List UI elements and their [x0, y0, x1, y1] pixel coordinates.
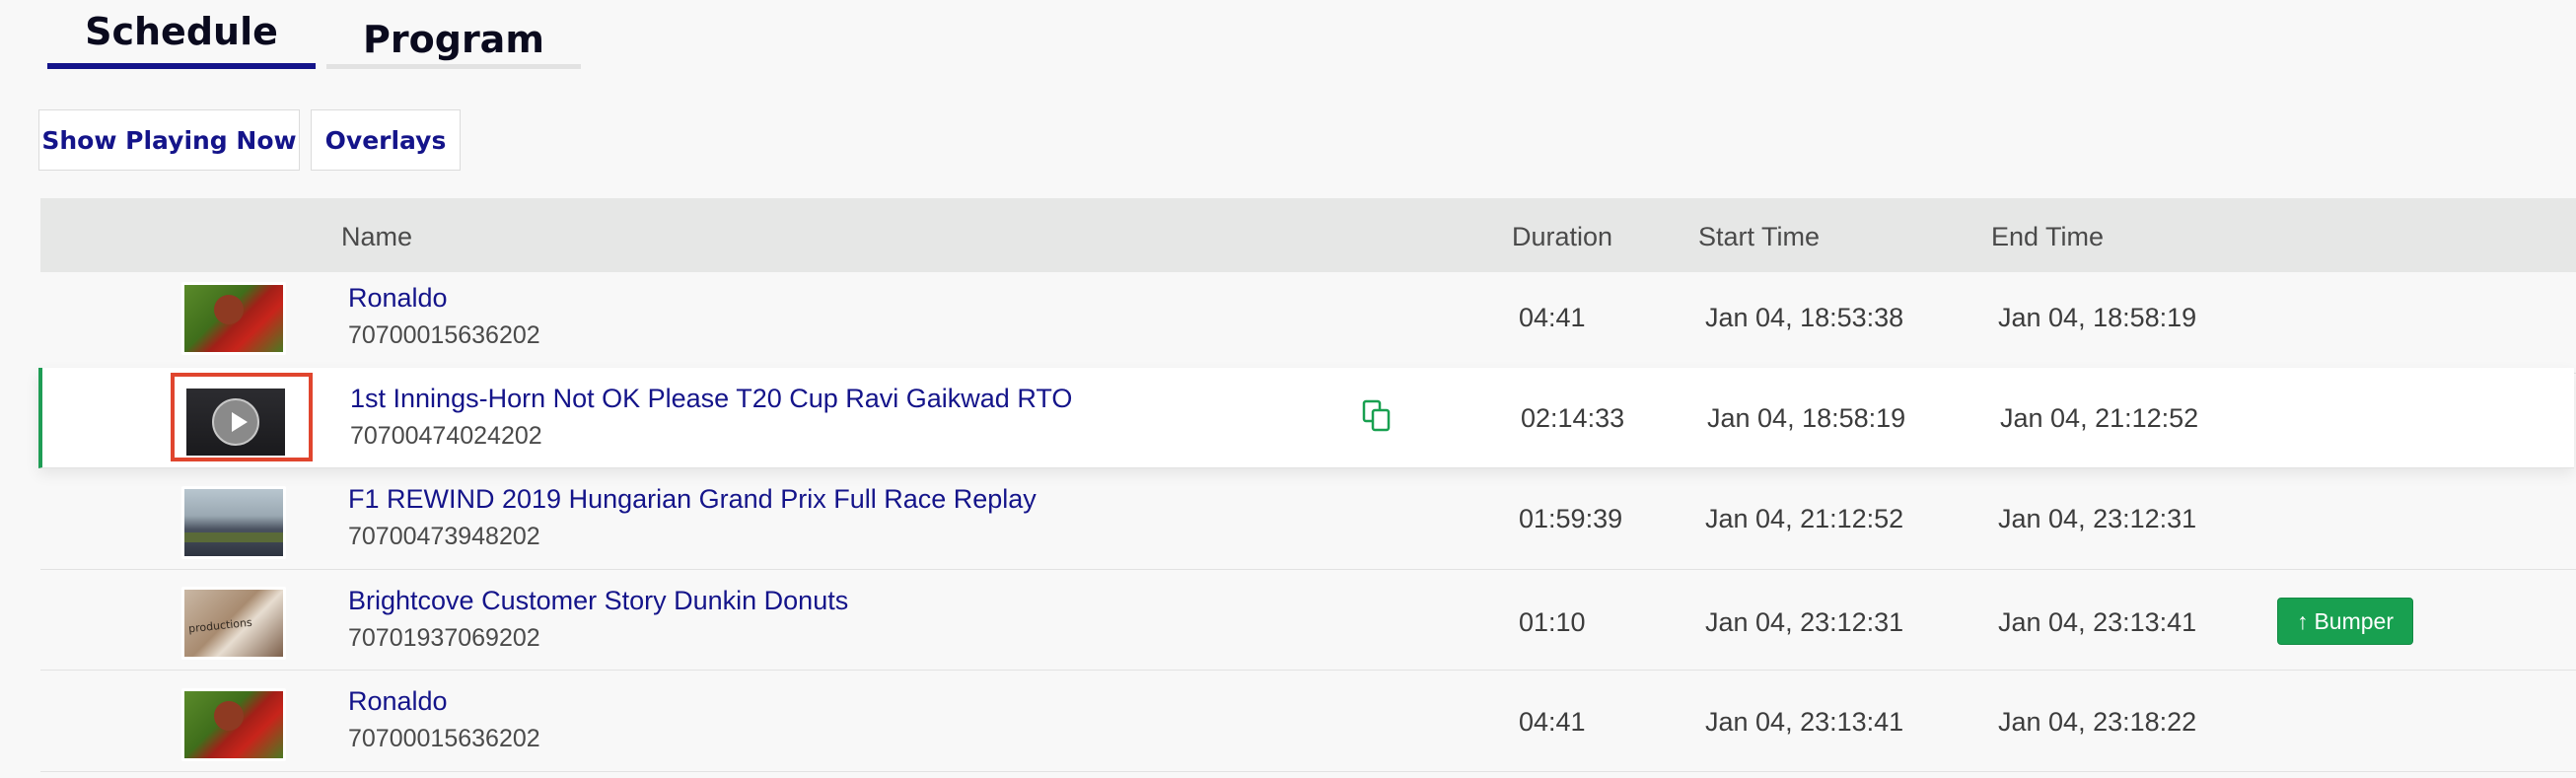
table-row[interactable]: Ronaldo 70700015636202 04:41 Jan 04, 23:…	[40, 672, 2576, 772]
duration-cell: 01:59:39	[1519, 504, 1623, 533]
video-id: 70700474024202	[350, 422, 542, 450]
tab-schedule-label: Schedule	[85, 10, 278, 53]
column-header-start-time: Start Time	[1698, 222, 1821, 251]
tab-program-label: Program	[363, 18, 544, 61]
bumper-label: Bumper	[2314, 607, 2395, 634]
video-title-link[interactable]: 1st Innings-Horn Not OK Please T20 Cup R…	[350, 384, 1072, 414]
table-row-playing[interactable]: 1st Innings-Horn Not OK Please T20 Cup R…	[38, 368, 2574, 468]
tab-schedule[interactable]: Schedule	[47, 0, 316, 71]
tab-active-underline	[47, 63, 316, 69]
start-time-cell: Jan 04, 18:53:38	[1705, 303, 1904, 332]
duration-cell: 04:41	[1519, 303, 1586, 332]
show-playing-now-button[interactable]: Show Playing Now	[38, 109, 300, 171]
tab-program[interactable]: Program	[326, 0, 581, 71]
arrow-up-icon: ↑	[2296, 607, 2309, 634]
video-thumbnail[interactable]	[183, 386, 288, 459]
thumbnail-text: productions	[187, 615, 253, 636]
video-id: 70700015636202	[348, 725, 540, 752]
overlays-button[interactable]: Overlays	[311, 109, 461, 171]
column-header-end-time: End Time	[1991, 222, 2105, 251]
video-thumbnail[interactable]	[181, 282, 286, 355]
start-time-cell: Jan 04, 23:13:41	[1705, 707, 1904, 737]
video-title-link[interactable]: Ronaldo	[348, 283, 448, 314]
start-time-cell: Jan 04, 21:12:52	[1705, 504, 1904, 533]
end-time-cell: Jan 04, 23:12:31	[1998, 504, 2197, 533]
video-title-link[interactable]: Brightcove Customer Story Dunkin Donuts	[348, 586, 848, 616]
table-header: Name Duration Start Time End Time	[40, 198, 2576, 272]
video-thumbnail[interactable]: productions	[181, 587, 286, 660]
tab-inactive-underline	[326, 64, 581, 69]
video-thumbnail[interactable]	[181, 486, 286, 559]
duration-cell: 01:10	[1519, 607, 1586, 637]
copy-icon[interactable]	[1362, 399, 1392, 433]
video-title-link[interactable]: F1 REWIND 2019 Hungarian Grand Prix Full…	[348, 484, 1037, 515]
table-row[interactable]: Ronaldo 70700015636202 04:41 Jan 04, 18:…	[40, 273, 2576, 374]
video-id: 70700015636202	[348, 321, 540, 349]
duration-cell: 02:14:33	[1521, 403, 1625, 433]
table-row[interactable]: F1 REWIND 2019 Hungarian Grand Prix Full…	[40, 469, 2576, 570]
video-id: 70701937069202	[348, 624, 540, 652]
table-row[interactable]: productions Brightcove Customer Story Du…	[40, 570, 2576, 671]
play-icon[interactable]	[212, 398, 259, 446]
video-id: 70700473948202	[348, 523, 540, 550]
start-time-cell: Jan 04, 23:12:31	[1705, 607, 1904, 637]
column-header-name: Name	[341, 222, 413, 251]
end-time-cell: Jan 04, 18:58:19	[1998, 303, 2197, 332]
end-time-cell: Jan 04, 23:18:22	[1998, 707, 2197, 737]
end-time-cell: Jan 04, 21:12:52	[2000, 403, 2199, 433]
bumper-button[interactable]: ↑ Bumper	[2277, 598, 2413, 645]
duration-cell: 04:41	[1519, 707, 1586, 737]
column-header-duration: Duration	[1512, 222, 1613, 251]
end-time-cell: Jan 04, 23:13:41	[1998, 607, 2197, 637]
video-title-link[interactable]: Ronaldo	[348, 686, 448, 717]
start-time-cell: Jan 04, 18:58:19	[1707, 403, 1906, 433]
video-thumbnail[interactable]	[181, 688, 286, 761]
